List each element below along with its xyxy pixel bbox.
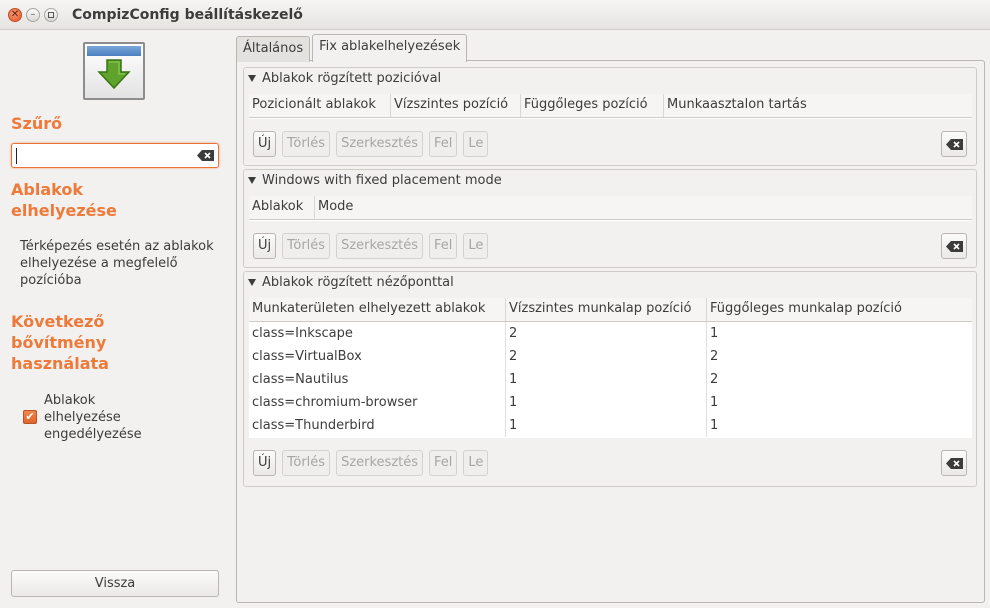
edit-button[interactable]: Szerkesztés [336, 131, 424, 157]
table-row[interactable]: class=Inkscape 2 1 [249, 322, 972, 345]
delete-button[interactable]: Törlés [282, 131, 331, 157]
down-button[interactable]: Le [463, 450, 489, 476]
delete-button[interactable]: Törlés [282, 450, 331, 476]
table-header: Munkaterületen elhelyezett ablakok Vízsz… [249, 298, 972, 322]
table-header: Pozicionált ablakok Vízszintes pozíció F… [249, 94, 972, 118]
table-row[interactable]: class=chromium-browser 1 1 [249, 391, 972, 414]
clear-list-button[interactable] [941, 450, 967, 476]
column-header[interactable]: Munkaasztalon tartás [664, 94, 972, 117]
frame-title: Windows with fixed placement mode [262, 173, 502, 188]
column-header[interactable]: Munkaterületen elhelyezett ablakok [249, 298, 506, 321]
maximize-icon [48, 11, 54, 18]
window-class-cell: class=Nautilus [249, 368, 506, 391]
edit-button[interactable]: Szerkesztés [336, 450, 424, 476]
title-bar: ✕ – CompizConfig beállításkezelő [0, 0, 990, 30]
table-row[interactable]: class=Nautilus 1 2 [249, 368, 972, 391]
horizontal-position-cell: 1 [506, 391, 707, 414]
column-header[interactable]: Ablakok [249, 196, 315, 219]
new-button[interactable]: Új [253, 450, 277, 476]
down-button[interactable]: Le [463, 131, 489, 157]
vertical-position-cell: 1 [710, 418, 719, 433]
fixed-viewport-frame: Ablakok rögzített nézőponttal Munkaterül… [243, 271, 977, 487]
down-button[interactable]: Le [463, 233, 489, 259]
plugin-description: Térképezés esetén az ablakok elhelyezése… [20, 239, 214, 288]
checkmark-icon: ✔ [25, 410, 35, 423]
frame-title: Ablakok rögzített pozicióval [262, 71, 442, 86]
table-row[interactable]: class=Thunderbird 1 1 [249, 414, 972, 437]
tab-fixed-placement[interactable]: Fix ablakelhelyezések [312, 34, 468, 62]
column-header[interactable]: Függőleges pozíció [521, 94, 664, 117]
expander-arrow-icon[interactable] [248, 177, 256, 184]
frame-header[interactable]: Windows with fixed placement mode [248, 173, 502, 188]
minimize-icon: – [30, 8, 36, 20]
enable-plugin-label[interactable]: Ablakok elhelyezése engedélyezése [44, 392, 164, 443]
maximize-window-button[interactable] [44, 7, 58, 22]
next-plugin-title: Következő bővítmény használata [11, 312, 109, 373]
frame-button-row: Új Törlés Szerkesztés Fel Le [253, 233, 494, 259]
frame-button-row: Új Törlés Szerkesztés Fel Le [253, 131, 494, 157]
horizontal-position-cell: 1 [506, 368, 707, 391]
window-class-cell: class=Inkscape [249, 322, 506, 345]
fixed-placement-mode-frame: Windows with fixed placement mode Ablako… [243, 169, 977, 268]
up-button[interactable]: Fel [429, 450, 458, 476]
search-input[interactable] [16, 147, 188, 165]
column-header[interactable]: Vízszintes munkalap pozíció [506, 298, 707, 321]
clear-list-button[interactable] [941, 131, 967, 157]
clear-icon [945, 240, 963, 252]
frame-title: Ablakok rögzített nézőponttal [262, 275, 454, 290]
frame-header[interactable]: Ablakok rögzített pozicióval [248, 71, 441, 86]
sidebar: Szűrő Ablakok elhelyezése Térképezés ese… [0, 31, 232, 608]
section-title: Ablakok elhelyezése [11, 180, 117, 220]
up-button[interactable]: Fel [429, 131, 458, 157]
plugin-logo-icon [83, 42, 145, 100]
table-row[interactable]: class=VirtualBox 2 2 [249, 345, 972, 368]
tab-general[interactable]: Általános [236, 36, 311, 62]
placement-mode-table[interactable]: Ablakok Mode [249, 196, 972, 221]
up-button[interactable]: Fel [429, 233, 458, 259]
window-class-cell: class=Thunderbird [249, 414, 506, 437]
clear-icon [945, 457, 963, 469]
new-button[interactable]: Új [253, 233, 277, 259]
window-class-cell: class=chromium-browser [249, 391, 506, 414]
close-window-button[interactable]: ✕ [8, 7, 22, 22]
close-icon: ✕ [10, 8, 20, 20]
back-button[interactable]: Vissza [11, 570, 219, 597]
viewport-windows-table[interactable]: Munkaterületen elhelyezett ablakok Vízsz… [249, 298, 972, 438]
fixed-position-frame: Ablakok rögzített pozicióval Pozicionált… [243, 67, 977, 166]
clear-list-button[interactable] [941, 233, 967, 259]
vertical-position-cell: 2 [710, 372, 719, 387]
column-header[interactable]: Mode [315, 196, 972, 219]
vertical-position-cell: 2 [710, 349, 719, 364]
horizontal-position-cell: 2 [506, 345, 707, 368]
column-header[interactable]: Vízszintes pozíció [391, 94, 521, 117]
horizontal-position-cell: 2 [506, 322, 707, 345]
enable-plugin-checkbox[interactable]: ✔ [23, 410, 37, 424]
new-button[interactable]: Új [253, 131, 277, 157]
column-header[interactable]: Pozicionált ablakok [249, 94, 391, 117]
column-header[interactable]: Függőleges munkalap pozíció [707, 298, 972, 321]
text-cursor [16, 148, 17, 164]
table-header: Ablakok Mode [249, 196, 972, 220]
edit-button[interactable]: Szerkesztés [336, 233, 424, 259]
window-class-cell: class=VirtualBox [249, 345, 506, 368]
clear-icon [945, 138, 963, 150]
minimize-window-button[interactable]: – [26, 7, 40, 22]
horizontal-position-cell: 1 [506, 414, 707, 437]
clear-search-icon[interactable] [197, 150, 214, 161]
vertical-position-cell: 1 [710, 326, 719, 341]
expander-arrow-icon[interactable] [248, 75, 256, 82]
search-field[interactable] [11, 143, 219, 168]
delete-button[interactable]: Törlés [282, 233, 331, 259]
expander-arrow-icon[interactable] [248, 279, 256, 286]
filter-title: Szűrő [11, 114, 63, 133]
frame-header[interactable]: Ablakok rögzített nézőponttal [248, 275, 454, 290]
positioned-windows-table[interactable]: Pozicionált ablakok Vízszintes pozíció F… [249, 94, 972, 119]
frame-button-row: Új Törlés Szerkesztés Fel Le [253, 450, 494, 476]
window-title: CompizConfig beállításkezelő [72, 6, 303, 23]
vertical-position-cell: 1 [710, 395, 719, 410]
tab-bar: Általános Fix ablakelhelyezések [236, 34, 469, 62]
